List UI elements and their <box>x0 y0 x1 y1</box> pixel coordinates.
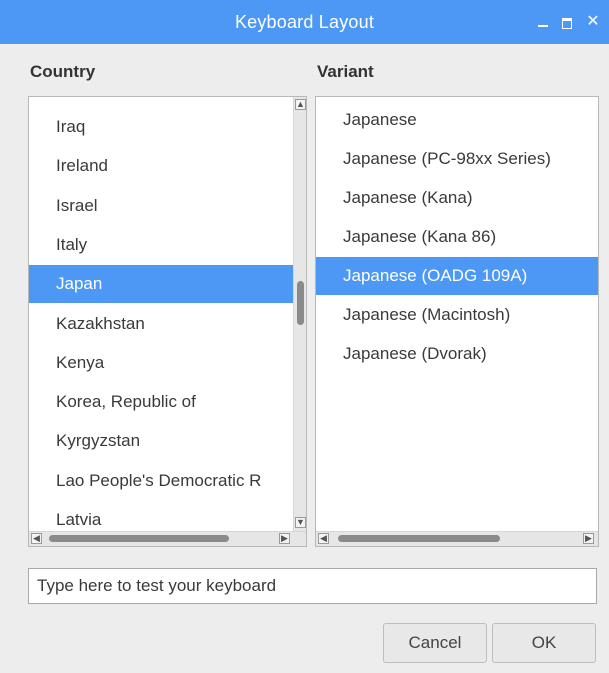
scrollbar-thumb[interactable] <box>297 281 304 325</box>
scroll-left-icon[interactable]: ◀ <box>31 533 42 544</box>
country-list-item[interactable]: Kenya <box>29 344 293 382</box>
title-bar: Keyboard Layout ✕ <box>0 0 609 44</box>
scrollbar-thumb[interactable] <box>338 535 500 542</box>
variant-list-item[interactable]: Japanese <box>316 101 598 139</box>
country-list-item[interactable]: Kyrgyzstan <box>29 422 293 460</box>
country-list-item[interactable]: Lao People's Democratic R <box>29 462 293 500</box>
maximize-button[interactable] <box>556 0 578 44</box>
variant-horizontal-scrollbar[interactable]: ◀ ▶ <box>316 531 598 546</box>
cancel-button[interactable]: Cancel <box>383 623 487 663</box>
country-list-item[interactable]: Kazakhstan <box>29 305 293 343</box>
list-item-partial[interactable]: Japan, Islamic Republic <box>56 97 236 107</box>
country-list-item[interactable]: Israel <box>29 187 293 225</box>
scroll-right-icon[interactable]: ▶ <box>583 533 594 544</box>
ok-button[interactable]: OK <box>492 623 596 663</box>
scroll-right-icon[interactable]: ▶ <box>279 533 290 544</box>
variant-list[interactable]: Japanese Japanese (PC-98xx Series) Japanes… <box>315 96 599 547</box>
variant-list-item[interactable]: Japanese (Macintosh) <box>316 296 598 334</box>
minimize-button[interactable] <box>532 0 554 44</box>
country-list-item[interactable]: Japan <box>29 265 293 304</box>
variant-heading: Variant <box>317 62 374 81</box>
variant-list-item[interactable]: Japanese (OADG 109A) <box>316 257 598 295</box>
close-button[interactable]: ✕ <box>582 0 604 44</box>
country-list-item[interactable]: Iraq <box>29 108 293 146</box>
country-list-item[interactable]: Korea, Republic of <box>29 383 293 421</box>
close-icon: ✕ <box>586 13 600 30</box>
country-horizontal-scrollbar[interactable]: ◀ ▶ <box>29 531 306 546</box>
minimize-icon <box>538 25 548 28</box>
country-list-item[interactable]: Italy <box>29 226 293 264</box>
scroll-down-icon[interactable]: ▼ <box>295 517 306 528</box>
scrollbar-thumb[interactable] <box>49 535 229 542</box>
window-title: Keyboard Layout <box>234 12 375 32</box>
variant-list-item[interactable]: Japanese (Kana) <box>316 179 598 217</box>
maximize-icon <box>562 17 572 29</box>
country-list[interactable]: Japan, Islamic Republic IraqIrelandIsrae… <box>28 96 307 547</box>
variant-list-item[interactable]: Japanese (PC-98xx Series) <box>316 140 598 178</box>
variant-list-item[interactable]: Japanese (Kana 86) <box>316 218 598 256</box>
keyboard-test-input[interactable] <box>28 568 597 604</box>
variant-list-item[interactable]: Japanese (Dvorak) <box>316 335 598 373</box>
country-list-item[interactable]: Ireland <box>29 147 293 185</box>
country-vertical-scrollbar[interactable]: ▲ ▼ <box>293 97 306 531</box>
country-heading: Country <box>30 62 96 81</box>
scroll-up-icon[interactable]: ▲ <box>295 99 306 110</box>
scroll-left-icon[interactable]: ◀ <box>318 533 329 544</box>
